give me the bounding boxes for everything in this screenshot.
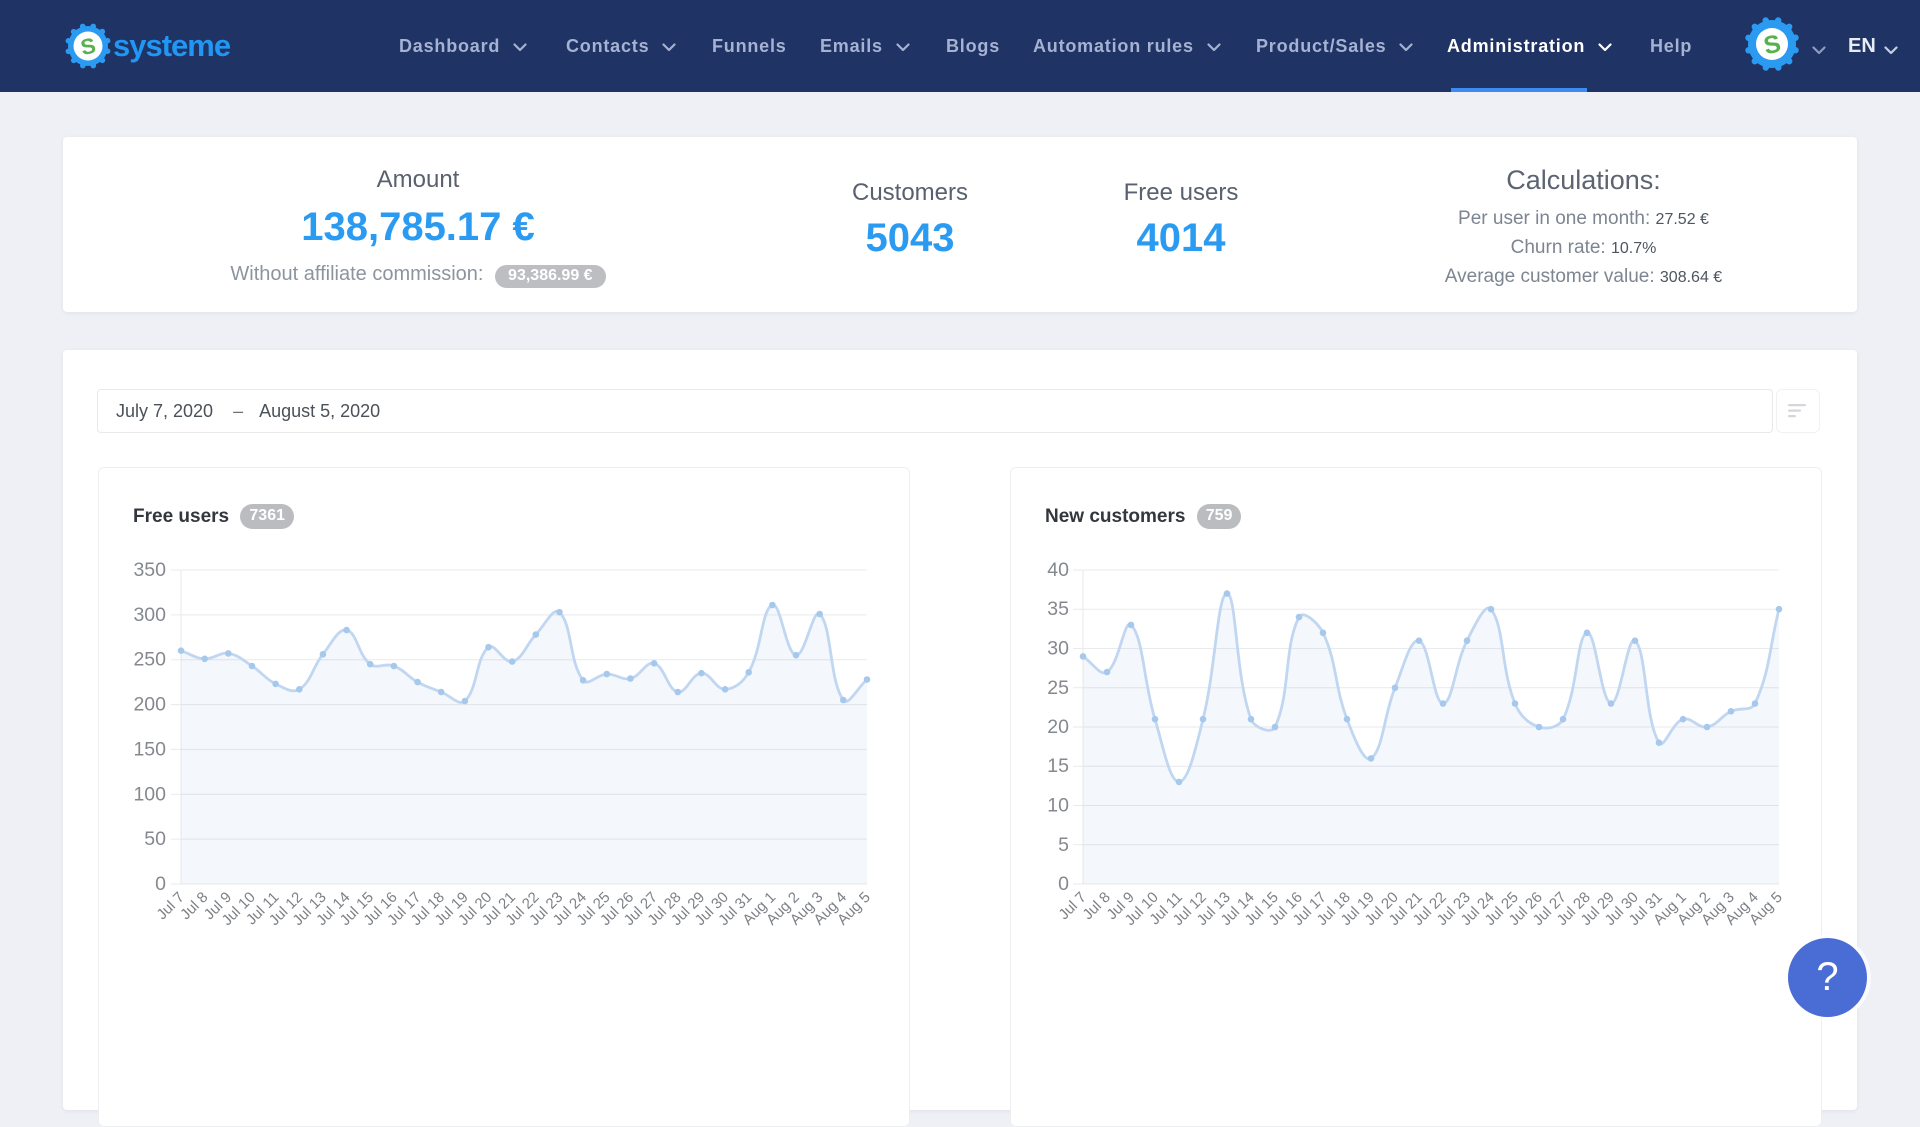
svg-text:100: 100 [133, 783, 166, 805]
svg-text:350: 350 [133, 559, 166, 581]
svg-text:250: 250 [133, 649, 166, 671]
svg-text:15: 15 [1047, 755, 1069, 777]
svg-text:300: 300 [133, 604, 166, 626]
svg-text:5: 5 [1058, 834, 1069, 856]
svg-text:150: 150 [133, 738, 166, 760]
svg-text:40: 40 [1047, 559, 1069, 581]
svg-text:30: 30 [1047, 638, 1069, 660]
svg-text:200: 200 [133, 694, 166, 716]
svg-text:10: 10 [1047, 795, 1069, 817]
svg-text:50: 50 [144, 828, 166, 850]
svg-text:35: 35 [1047, 598, 1069, 620]
svg-text:20: 20 [1047, 716, 1069, 738]
svg-text:0: 0 [155, 873, 166, 895]
svg-text:0: 0 [1058, 873, 1069, 895]
svg-text:25: 25 [1047, 677, 1069, 699]
